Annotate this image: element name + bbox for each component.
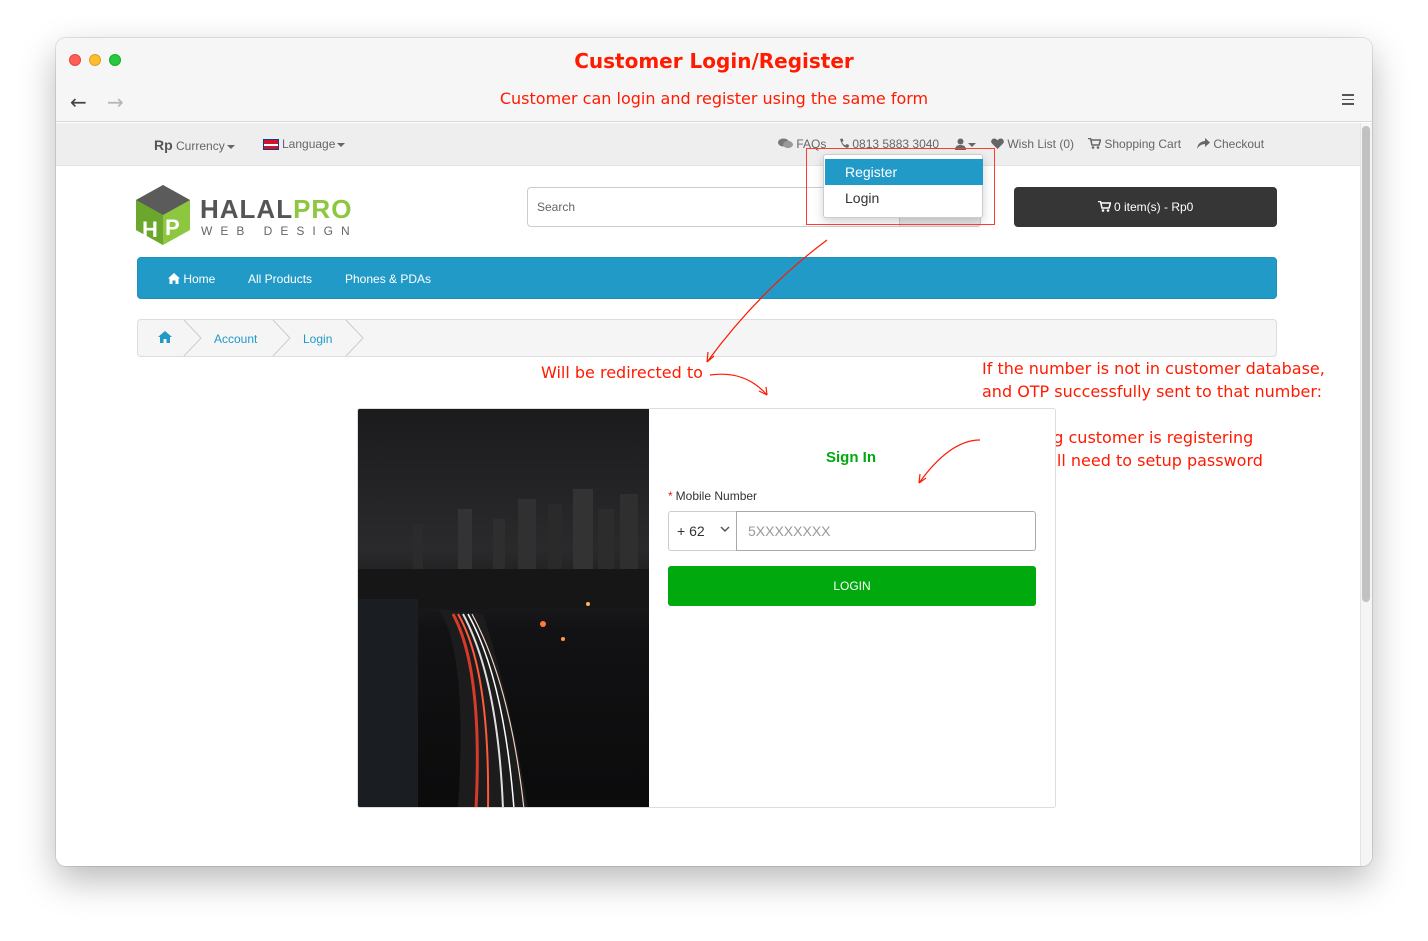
home-icon <box>168 273 180 284</box>
home-icon[interactable] <box>158 331 172 343</box>
breadcrumb-separator <box>345 320 364 356</box>
checkout-label: Checkout <box>1213 137 1265 151</box>
shopping-cart-icon <box>1097 200 1112 212</box>
sign-in-heading: Sign In <box>826 449 876 466</box>
shopping-cart-label: Shopping Cart <box>1104 137 1182 151</box>
currency-dropdown[interactable]: Rp Currency <box>154 137 235 153</box>
shopping-cart-link[interactable]: Shopping Cart <box>1088 137 1181 151</box>
halalpro-logo-icon: H P <box>136 185 190 245</box>
site-logo[interactable]: H P HALALPRO WEB DESIGN <box>136 185 351 249</box>
wishlist-label: Wish List (0) <box>1007 137 1075 151</box>
mobile-number-input[interactable]: 5XXXXXXXX <box>736 511 1036 551</box>
breadcrumb-login[interactable]: Login <box>303 332 332 346</box>
language-label: Language <box>282 137 336 151</box>
logo-wordmark: HALALPRO <box>200 194 352 225</box>
logo-main-text: HALAL <box>200 194 294 224</box>
required-asterisk: * <box>668 489 673 503</box>
language-dropdown[interactable]: Language <box>263 137 346 151</box>
country-code-select[interactable]: + 62 <box>668 511 737 551</box>
chevron-down-icon <box>720 526 730 533</box>
menu-icon[interactable] <box>1342 94 1354 108</box>
wishlist-link[interactable]: Wish List (0) <box>991 137 1074 151</box>
breadcrumb-account[interactable]: Account <box>214 332 257 346</box>
caret-down-icon <box>337 142 346 147</box>
logo-accent-text: PRO <box>293 194 353 224</box>
country-code-value: + 62 <box>677 523 705 539</box>
top-bar: Rp Currency Language FAQs 0813 5883 3040… <box>56 123 1360 166</box>
breadcrumb: Account Login <box>137 319 1277 357</box>
svg-text:H: H <box>142 217 158 242</box>
breadcrumb-separator <box>272 320 291 356</box>
page-viewport: Rp Currency Language FAQs 0813 5883 3040… <box>56 123 1372 866</box>
annotation-note-line2: and OTP successfully sent to that number… <box>982 382 1323 401</box>
toolbar-subtitle: Customer can login and register using th… <box>499 89 929 108</box>
menu-item-home[interactable]: Home <box>168 272 215 286</box>
dropdown-highlight-box <box>806 148 995 225</box>
menu-item-all-products[interactable]: All Products <box>248 272 312 286</box>
logo-subtitle: WEB DESIGN <box>201 224 358 238</box>
comments-icon <box>778 138 793 149</box>
annotation-note-line1: If the number is not in customer databas… <box>982 359 1325 378</box>
title-bar: Customer Login/Register <box>56 38 1372 82</box>
caret-down-icon <box>226 144 235 149</box>
currency-label: Currency <box>176 139 225 153</box>
uk-flag-icon <box>263 139 279 151</box>
annotation-redirect: Will be redirected to <box>541 363 703 382</box>
breadcrumb-separator <box>183 320 202 356</box>
main-menu: Home All Products Phones & PDAs <box>137 257 1277 299</box>
browser-toolbar: ← → Customer can login and register usin… <box>56 82 1372 122</box>
currency-symbol: Rp <box>154 137 173 153</box>
shopping-cart-icon <box>1088 137 1102 149</box>
menu-item-phones-pdas[interactable]: Phones & PDAs <box>345 272 431 286</box>
svg-text:P: P <box>165 215 180 240</box>
checkout-link[interactable]: Checkout <box>1197 137 1264 151</box>
share-icon <box>1197 138 1210 149</box>
window-title: Customer Login/Register <box>574 49 854 73</box>
mobile-number-label-text: Mobile Number <box>675 489 758 503</box>
cart-button-label: 0 item(s) - Rp0 <box>1113 200 1194 214</box>
caret-down-icon <box>968 142 976 147</box>
browser-window: Customer Login/Register ← → Customer can… <box>56 38 1372 866</box>
cart-button[interactable]: 0 item(s) - Rp0 <box>1014 187 1277 227</box>
mobile-number-label: * Mobile Number <box>668 489 757 503</box>
login-card: Sign In * Mobile Number + 62 5XXXXXXXX LO… <box>357 408 1056 808</box>
scrollbar-track[interactable] <box>1360 123 1372 866</box>
menu-item-label: Home <box>183 272 216 286</box>
scrollbar-thumb[interactable] <box>1362 126 1370 602</box>
city-night-photo <box>358 409 649 807</box>
login-button[interactable]: LOGIN <box>668 566 1036 606</box>
